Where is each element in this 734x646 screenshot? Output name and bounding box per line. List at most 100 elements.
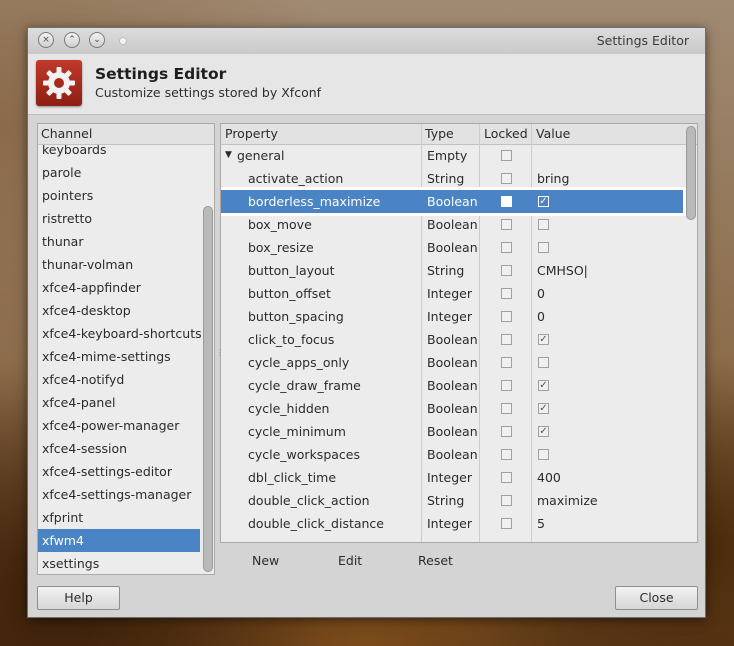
locked-checkbox[interactable] bbox=[501, 173, 512, 184]
sticky-dot-icon[interactable] bbox=[119, 37, 127, 45]
channel-item[interactable]: xfprint bbox=[38, 506, 200, 529]
channel-item[interactable]: xfce4-desktop bbox=[38, 299, 200, 322]
locked-checkbox[interactable] bbox=[501, 288, 512, 299]
locked-checkbox[interactable] bbox=[501, 150, 512, 161]
property-row[interactable]: double_click_action String maximize bbox=[221, 489, 683, 512]
tree-group-row[interactable]: ▼ general Empty bbox=[221, 144, 683, 167]
locked-checkbox[interactable] bbox=[501, 265, 512, 276]
property-value[interactable]: 400 bbox=[537, 466, 561, 489]
channel-item[interactable]: xfce4-mime-settings bbox=[38, 345, 200, 368]
property-value[interactable]: bring bbox=[537, 167, 569, 190]
locked-checkbox[interactable] bbox=[501, 472, 512, 483]
channel-item[interactable]: xfce4-panel bbox=[38, 391, 200, 414]
channel-scrollbar[interactable] bbox=[203, 206, 213, 572]
property-row[interactable]: button_spacing Integer 0 bbox=[221, 305, 683, 328]
channel-item[interactable]: xfce4-settings-editor bbox=[38, 460, 200, 483]
locked-checkbox[interactable] bbox=[501, 357, 512, 368]
channel-item[interactable]: xfce4-session bbox=[38, 437, 200, 460]
property-name: cycle_workspaces bbox=[248, 447, 360, 462]
unchecked-checkbox-icon[interactable] bbox=[538, 357, 549, 368]
property-row[interactable]: cycle_draw_frame Boolean ✓ bbox=[221, 374, 683, 397]
unchecked-checkbox-icon[interactable] bbox=[538, 449, 549, 460]
channel-column-header[interactable]: Channel bbox=[38, 124, 214, 145]
locked-checkbox[interactable] bbox=[501, 495, 512, 506]
locked-checkbox[interactable] bbox=[501, 219, 512, 230]
channel-item[interactable]: xfwm4 bbox=[38, 529, 200, 552]
property-rows: ▼ general Empty activate_action String bri… bbox=[221, 144, 686, 535]
minimize-window-icon[interactable]: ⌃ bbox=[64, 32, 80, 48]
channel-item[interactable]: parole bbox=[38, 161, 200, 184]
maximize-window-icon[interactable]: ⌄ bbox=[89, 32, 105, 48]
group-type: Empty bbox=[427, 148, 468, 163]
property-row[interactable]: button_offset Integer 0 bbox=[221, 282, 683, 305]
property-row[interactable]: cycle_workspaces Boolean bbox=[221, 443, 683, 466]
property-scrollbar[interactable] bbox=[686, 126, 696, 220]
locked-checkbox[interactable] bbox=[501, 403, 512, 414]
checked-checkbox-icon[interactable]: ✓ bbox=[538, 196, 549, 207]
property-row[interactable]: double_click_distance Integer 5 bbox=[221, 512, 683, 535]
property-type: String bbox=[427, 171, 465, 186]
channel-item[interactable]: xfce4-notifyd bbox=[38, 368, 200, 391]
property-name: double_click_distance bbox=[248, 516, 384, 531]
property-row[interactable]: click_to_focus Boolean ✓ bbox=[221, 328, 683, 351]
channel-item[interactable]: xfce4-keyboard-shortcuts bbox=[38, 322, 202, 345]
channel-item[interactable]: pointers bbox=[38, 184, 200, 207]
property-row[interactable]: activate_action String bring bbox=[221, 167, 683, 190]
channel-item[interactable]: xfce4-appfinder bbox=[38, 276, 200, 299]
close-button[interactable]: Close bbox=[615, 586, 698, 610]
property-row[interactable]: button_layout String CMHSO| bbox=[221, 259, 683, 282]
unchecked-checkbox-icon[interactable] bbox=[538, 219, 549, 230]
checked-checkbox-icon[interactable]: ✓ bbox=[538, 426, 549, 437]
channel-list[interactable]: keyboards parole pointers ristretto thunar th… bbox=[38, 138, 202, 574]
locked-checkbox[interactable] bbox=[501, 311, 512, 322]
checked-checkbox-icon[interactable]: ✓ bbox=[538, 380, 549, 391]
reset-button[interactable]: Reset bbox=[418, 553, 453, 568]
column-header-value[interactable]: Value bbox=[536, 124, 570, 144]
property-value[interactable]: CMHSO| bbox=[537, 259, 588, 282]
channel-item[interactable]: ristretto bbox=[38, 207, 200, 230]
help-button[interactable]: Help bbox=[37, 586, 120, 610]
locked-checkbox[interactable] bbox=[501, 242, 512, 253]
expander-triangle-icon[interactable]: ▼ bbox=[225, 144, 232, 167]
property-value[interactable]: 5 bbox=[537, 512, 545, 535]
locked-checkbox[interactable] bbox=[501, 449, 512, 460]
property-value[interactable]: 0 bbox=[537, 282, 545, 305]
checked-checkbox-icon[interactable]: ✓ bbox=[538, 334, 549, 345]
locked-checkbox[interactable] bbox=[501, 380, 512, 391]
property-row[interactable]: cycle_minimum Boolean ✓ bbox=[221, 420, 683, 443]
property-row[interactable]: cycle_apps_only Boolean bbox=[221, 351, 683, 374]
channel-item[interactable]: thunar bbox=[38, 230, 200, 253]
dialog-header: Settings Editor Customize settings store… bbox=[28, 54, 705, 115]
property-row[interactable]: box_resize Boolean bbox=[221, 236, 683, 259]
property-row[interactable]: borderless_maximize Boolean ✓ bbox=[221, 187, 686, 216]
edit-button[interactable]: Edit bbox=[338, 553, 362, 568]
column-header-type[interactable]: Type bbox=[425, 124, 454, 144]
property-value[interactable]: maximize bbox=[537, 489, 598, 512]
property-value[interactable]: 0 bbox=[537, 305, 545, 328]
channel-item[interactable]: xfce4-settings-manager bbox=[38, 483, 200, 506]
property-row[interactable]: cycle_hidden Boolean ✓ bbox=[221, 397, 683, 420]
property-row[interactable]: dbl_click_time Integer 400 bbox=[221, 466, 683, 489]
property-name: button_spacing bbox=[248, 309, 344, 324]
column-header-locked[interactable]: Locked bbox=[484, 124, 528, 144]
unchecked-checkbox-icon[interactable] bbox=[538, 242, 549, 253]
new-button[interactable]: New bbox=[252, 553, 279, 568]
channel-list-pane[interactable]: keyboards parole pointers ristretto thunar th… bbox=[37, 123, 215, 575]
locked-checkbox[interactable] bbox=[501, 518, 512, 529]
locked-checkbox[interactable] bbox=[501, 334, 512, 345]
locked-checkbox[interactable] bbox=[501, 426, 512, 437]
column-header-property[interactable]: Property bbox=[225, 124, 278, 144]
checked-checkbox-icon[interactable]: ✓ bbox=[538, 403, 549, 414]
property-row[interactable]: box_move Boolean bbox=[221, 213, 683, 236]
property-type: Integer bbox=[427, 286, 472, 301]
channel-item[interactable]: xfce4-power-manager bbox=[38, 414, 200, 437]
property-type: Boolean bbox=[427, 401, 478, 416]
titlebar[interactable]: × ⌃ ⌄ Settings Editor bbox=[28, 28, 705, 54]
property-name: cycle_draw_frame bbox=[248, 378, 361, 393]
locked-checkbox[interactable] bbox=[501, 196, 512, 207]
channel-item[interactable]: thunar-volman bbox=[38, 253, 200, 276]
property-tree-pane[interactable]: Property Type Locked Value ▼ general Emp… bbox=[220, 123, 698, 543]
property-type: Boolean bbox=[427, 447, 478, 462]
channel-item[interactable]: xsettings bbox=[38, 552, 200, 574]
close-window-icon[interactable]: × bbox=[38, 32, 54, 48]
